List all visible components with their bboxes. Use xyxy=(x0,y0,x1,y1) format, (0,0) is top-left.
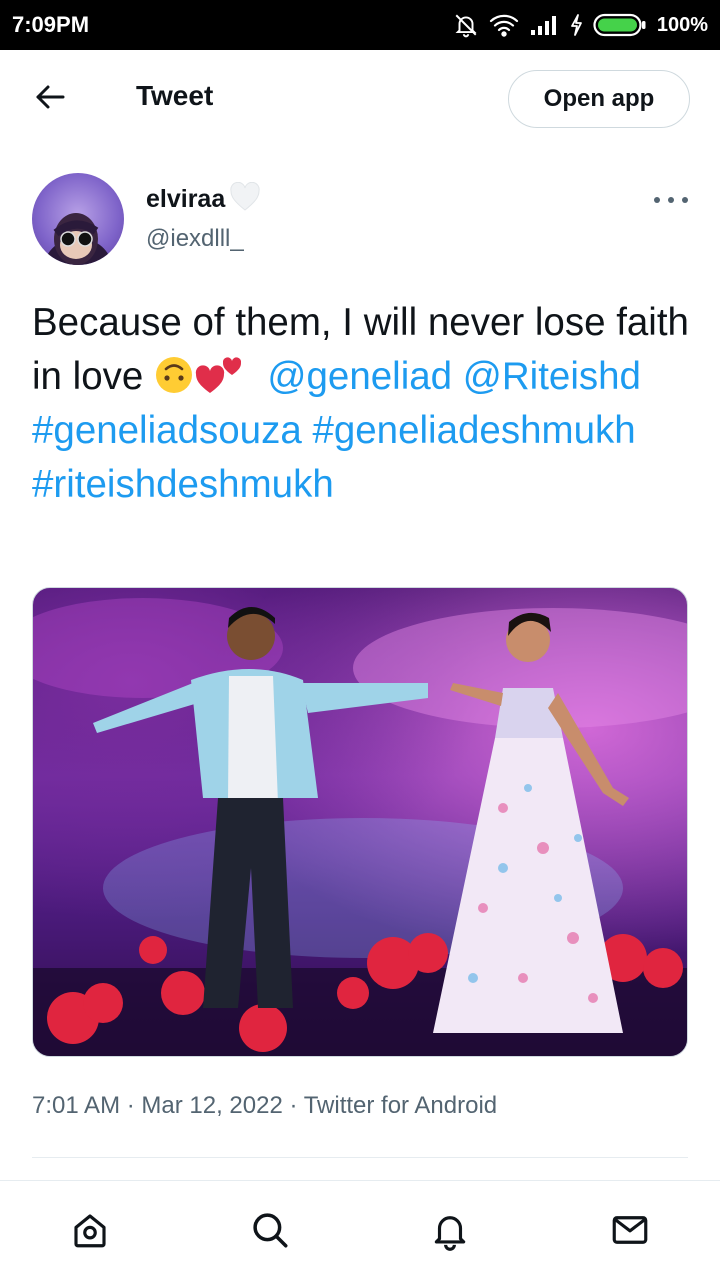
nav-search-button[interactable] xyxy=(247,1209,293,1255)
nav-messages-button[interactable] xyxy=(607,1209,653,1255)
tweet-timestamp: 7:01 AM · Mar 12, 2022 · Twitter for And… xyxy=(32,1092,498,1119)
back-button[interactable] xyxy=(30,81,70,117)
user-handle[interactable]: @iexdlll_ xyxy=(146,225,244,253)
wifi-icon xyxy=(489,13,519,37)
charging-icon xyxy=(569,13,583,37)
upside-down-face-emoji-icon xyxy=(154,355,194,395)
more-horizontal-icon xyxy=(654,197,660,203)
messages-icon xyxy=(609,1209,651,1256)
avatar[interactable] xyxy=(32,173,124,265)
more-options-button[interactable] xyxy=(654,190,688,210)
bottom-navigation xyxy=(0,1180,720,1280)
display-name[interactable]: elviraa xyxy=(146,185,225,214)
nav-home-button[interactable] xyxy=(67,1209,113,1255)
status-time: 7:09PM xyxy=(12,12,90,37)
mention-link[interactable]: @geneliad xyxy=(267,355,452,398)
arrow-left-icon xyxy=(35,84,65,115)
white-heart-icon xyxy=(229,181,261,217)
notifications-icon xyxy=(429,1209,471,1256)
tweet-photo[interactable] xyxy=(32,587,688,1057)
hashtag-link[interactable]: #geneliadeshmukh xyxy=(312,409,635,452)
top-bar: Tweet Open app xyxy=(0,50,720,148)
nav-notifications-button[interactable] xyxy=(427,1209,473,1255)
open-app-button[interactable]: Open app xyxy=(508,70,690,128)
tweet-text: Because of them, I will never lose faith… xyxy=(32,296,696,512)
hashtag-link[interactable]: #riteishdeshmukh xyxy=(32,463,334,506)
search-icon xyxy=(249,1209,291,1256)
divider xyxy=(32,1157,688,1158)
status-bar: 7:09PM 100% xyxy=(0,0,720,50)
page-title: Tweet xyxy=(136,80,214,111)
battery-icon xyxy=(593,12,647,38)
mention-link[interactable]: @Riteishd xyxy=(463,355,641,398)
display-name-row[interactable]: elviraa xyxy=(146,181,261,217)
two-hearts-emoji-icon xyxy=(194,353,246,393)
signal-icon xyxy=(529,13,559,37)
home-icon xyxy=(69,1209,111,1256)
battery-percentage: 100% xyxy=(656,13,708,36)
status-icons: 100% xyxy=(453,12,708,38)
notifications-muted-icon xyxy=(453,12,479,38)
hashtag-link[interactable]: #geneliadsouza xyxy=(32,409,302,452)
